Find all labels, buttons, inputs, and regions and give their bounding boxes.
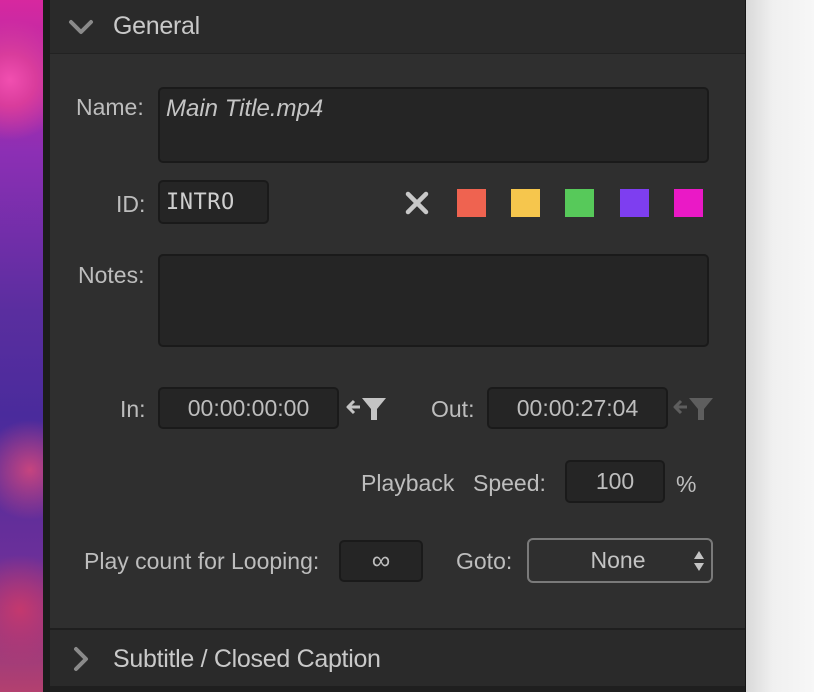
playback-label: Playback <box>361 470 455 496</box>
color-tag-red[interactable] <box>457 189 486 217</box>
out-label: Out: <box>431 396 475 422</box>
goto-label: Goto: <box>456 548 513 574</box>
color-tag-green[interactable] <box>565 189 594 217</box>
name-field[interactable]: Main Title.mp4 <box>158 87 709 163</box>
background-artwork <box>0 0 43 692</box>
chevron-right-icon <box>74 647 88 671</box>
id-label: ID: <box>116 191 146 217</box>
name-label: Name: <box>76 94 144 120</box>
out-point-field[interactable]: 00:00:27:04 <box>487 387 668 429</box>
color-tag-yellow[interactable] <box>511 189 540 217</box>
subtitle-section-title: Subtitle / Closed Caption <box>113 644 381 673</box>
select-arrows-icon <box>694 551 704 571</box>
speed-unit: % <box>676 471 697 497</box>
id-value: INTRO <box>166 190 235 215</box>
set-out-point-icon[interactable] <box>671 394 715 422</box>
set-in-point-icon[interactable] <box>344 394 388 422</box>
panel-border <box>43 0 50 692</box>
chevron-down-icon <box>69 19 93 34</box>
id-field[interactable]: INTRO <box>158 180 269 224</box>
color-tag-purple[interactable] <box>620 189 649 217</box>
panel-bottom-divider <box>50 686 745 692</box>
loop-count-field[interactable]: ∞ <box>339 540 423 582</box>
goto-value: None <box>590 547 646 573</box>
inspector-panel: General Name: Main Title.mp4 ID: INTRO N… <box>50 0 746 692</box>
subtitle-section-header[interactable]: Subtitle / Closed Caption <box>50 628 745 688</box>
general-section-header[interactable]: General <box>50 0 745 54</box>
notes-field[interactable] <box>158 254 709 347</box>
color-tag-magenta[interactable] <box>674 189 703 217</box>
in-label: In: <box>120 396 146 422</box>
loop-label: Play count for Looping: <box>84 548 320 574</box>
window-background <box>746 0 814 692</box>
in-point-field[interactable]: 00:00:00:00 <box>158 387 339 429</box>
name-value: Main Title.mp4 <box>166 95 324 122</box>
goto-select[interactable]: None <box>527 538 713 583</box>
general-section-title: General <box>113 12 200 40</box>
speed-label: Speed: <box>473 470 546 496</box>
notes-label: Notes: <box>78 262 145 288</box>
close-icon[interactable] <box>403 189 431 217</box>
speed-field[interactable]: 100 <box>565 460 665 503</box>
